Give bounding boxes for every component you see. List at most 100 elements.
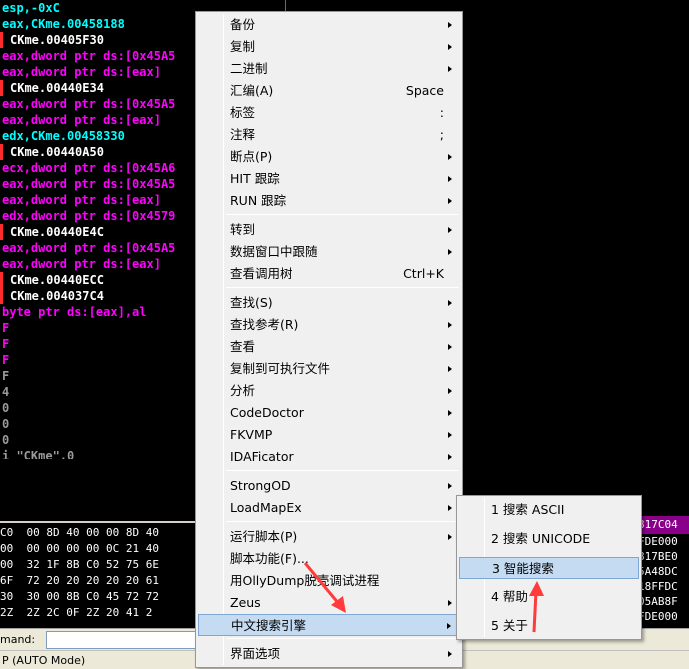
menu-item[interactable]: 转到 <box>198 219 460 241</box>
code-line[interactable]: eax,CKme.00458188 <box>2 16 125 32</box>
code-line[interactable]: eax,dword ptr ds:[eax] <box>2 256 161 272</box>
menu-item[interactable]: RUN 跟踪 <box>198 190 460 212</box>
menu-item[interactable]: 备份 <box>198 14 460 36</box>
menu-separator <box>226 214 459 215</box>
menu-item[interactable]: 二进制 <box>198 58 460 80</box>
menu-item-label: RUN 跟踪 <box>230 193 287 208</box>
menu-item-label: 二进制 <box>230 61 268 76</box>
submenu-item[interactable]: 2 搜索 UNICODE <box>459 528 639 550</box>
menu-item[interactable]: LoadMapEx <box>198 497 460 519</box>
code-line[interactable]: 4 <box>2 384 9 400</box>
code-line[interactable]: CKme.00440A50 <box>0 144 104 160</box>
stack-pane[interactable]: 817C04 FDE000 817BE0 5A48DC 18FFDC 05AB8F FDE… <box>636 516 689 628</box>
menu-item[interactable]: Zeus <box>198 592 460 614</box>
code-line[interactable]: F <box>2 368 9 384</box>
menu-item[interactable]: 断点(P) <box>198 146 460 168</box>
code-line[interactable]: eax,dword ptr ds:[0x45A5 <box>2 176 175 192</box>
submenu-arrow-icon <box>448 388 452 394</box>
stack-selected-row[interactable]: 817C04 <box>636 516 689 534</box>
code-line[interactable]: eax,dword ptr ds:[eax] <box>2 112 161 128</box>
submenu-item[interactable]: 3 智能搜索 <box>459 557 639 579</box>
menu-item[interactable]: 注释; <box>198 124 460 146</box>
menu-item-label: 标签 <box>230 105 256 120</box>
menu-item[interactable]: 脚本功能(F)... <box>198 548 460 570</box>
code-line[interactable]: F <box>2 320 9 336</box>
hex-row[interactable]: 00 32 1F 8B C0 52 75 6E <box>0 557 159 573</box>
code-line[interactable]: CKme.00405F30 <box>0 32 104 48</box>
menu-item[interactable]: IDAFicator <box>198 446 460 468</box>
menu-separator <box>226 638 459 639</box>
code-line[interactable]: F <box>2 352 9 368</box>
code-line[interactable]: eax,dword ptr ds:[0x45A5 <box>2 240 175 256</box>
code-line[interactable]: CKme.004037C4 <box>0 288 104 304</box>
code-line[interactable]: edx,CKme.00458330 <box>2 128 125 144</box>
menu-item[interactable]: StrongOD <box>198 475 460 497</box>
menu-separator <box>226 470 459 471</box>
submenu-item-label: 3 智能搜索 <box>492 561 554 576</box>
code-line[interactable]: byte ptr ds:[eax],al <box>2 304 147 320</box>
submenu-arrow-icon <box>448 154 452 160</box>
menu-item[interactable]: 用OllyDump脱壳调试进程 <box>198 570 460 592</box>
code-line[interactable]: CKme.00440E34 <box>0 80 104 96</box>
submenu-item[interactable]: 4 帮助 <box>459 586 639 608</box>
code-line[interactable]: esp,-0xC <box>2 0 60 16</box>
code-line[interactable]: eax,dword ptr ds:[0x45A5 <box>2 48 175 64</box>
menu-item-label: IDAFicator <box>230 449 294 464</box>
menu-item[interactable]: HIT 跟踪 <box>198 168 460 190</box>
code-line[interactable]: eax,dword ptr ds:[eax] <box>2 192 161 208</box>
submenu-arrow-icon <box>448 651 452 657</box>
menu-item[interactable]: 分析 <box>198 380 460 402</box>
code-line[interactable]: i "CKme",0 <box>2 448 74 459</box>
hex-row[interactable]: C0 00 8D 40 00 00 8D 40 <box>0 525 159 541</box>
stack-row[interactable]: FDE000 <box>638 535 678 549</box>
command-input[interactable] <box>46 631 196 649</box>
stack-row[interactable]: 5A48DC <box>638 565 678 579</box>
menu-item-label: 数据窗口中跟随 <box>230 244 318 259</box>
menu-item[interactable]: CodeDoctor <box>198 402 460 424</box>
code-line[interactable]: eax,dword ptr ds:[eax] <box>2 64 161 80</box>
stack-row[interactable]: 05AB8F <box>638 595 678 609</box>
menu-item[interactable]: 标签: <box>198 102 460 124</box>
code-line[interactable]: ecx,dword ptr ds:[0x45A6 <box>2 160 175 176</box>
menu-item-label: 分析 <box>230 383 256 398</box>
menu-item[interactable]: 查看调用树 Ctrl+K <box>198 263 460 285</box>
code-line[interactable]: edx,dword ptr ds:[0x4579 <box>2 208 175 224</box>
menu-item[interactable]: 数据窗口中跟随 <box>198 241 460 263</box>
hex-row[interactable]: 00 00 00 00 00 0C 21 40 <box>0 541 159 557</box>
menu-item[interactable]: 查找(S) <box>198 292 460 314</box>
code-line[interactable]: 0 <box>2 400 9 416</box>
menu-item[interactable]: 汇编(A) Space <box>198 80 460 102</box>
menu-item[interactable]: 中文搜索引擎 <box>198 614 460 636</box>
hex-row[interactable]: 6F 72 20 20 20 20 20 61 <box>0 573 159 589</box>
menu-item-label: HIT 跟踪 <box>230 171 280 186</box>
code-line[interactable]: eax,dword ptr ds:[0x45A5 <box>2 96 175 112</box>
menu-item[interactable]: 复制到可执行文件 <box>198 358 460 380</box>
menu-item-label: CodeDoctor <box>230 405 304 420</box>
submenu-arrow-icon <box>448 483 452 489</box>
code-line[interactable]: 0 <box>2 416 9 432</box>
stack-row[interactable]: FDE000 <box>638 610 678 624</box>
menu-item[interactable]: 复制 <box>198 36 460 58</box>
submenu-arrow-icon <box>448 176 452 182</box>
stack-row[interactable]: 18FFDC <box>638 580 678 594</box>
hex-dump-pane[interactable]: C0 00 8D 40 00 00 8D 40 00 00 00 00 00 0C… <box>0 523 200 628</box>
menu-item[interactable]: FKVMP <box>198 424 460 446</box>
menu-item[interactable]: 查找参考(R) <box>198 314 460 336</box>
menu-item[interactable]: 运行脚本(P) <box>198 526 460 548</box>
code-line[interactable]: 0 <box>2 432 9 448</box>
submenu-item[interactable]: 1 搜索 ASCII <box>459 499 639 521</box>
menu-item-label: LoadMapEx <box>230 500 302 515</box>
chinese-search-submenu: 1 搜索 ASCII 2 搜索 UNICODE 3 智能搜索 4 帮助 5 关于 <box>456 495 642 640</box>
menu-item[interactable]: 查看 <box>198 336 460 358</box>
menu-item[interactable]: 界面选项 <box>198 643 460 665</box>
code-line[interactable]: CKme.00440E4C <box>0 224 104 240</box>
menu-item-shortcut: : <box>439 105 444 120</box>
submenu-item[interactable]: 5 关于 <box>459 615 639 637</box>
hex-row[interactable]: 2Z 2Z 2C 0F 2Z 20 41 2 <box>0 605 152 621</box>
hex-row[interactable]: 30 30 00 8B C0 45 72 72 <box>0 589 159 605</box>
submenu-arrow-icon <box>448 66 452 72</box>
stack-row[interactable]: 817BE0 <box>638 550 678 564</box>
code-line[interactable]: CKme.00440ECC <box>0 272 104 288</box>
menu-item-label: 备份 <box>230 17 256 32</box>
code-line[interactable]: F <box>2 336 9 352</box>
